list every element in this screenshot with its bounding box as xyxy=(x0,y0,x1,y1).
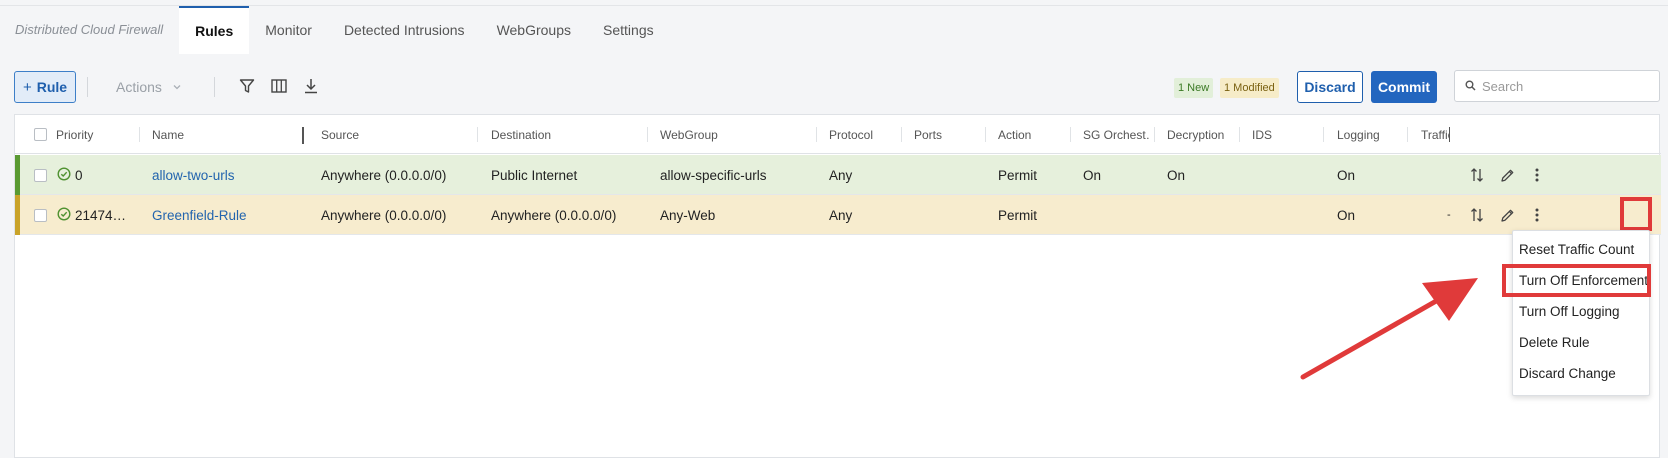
annotation-arrow xyxy=(1300,278,1478,380)
